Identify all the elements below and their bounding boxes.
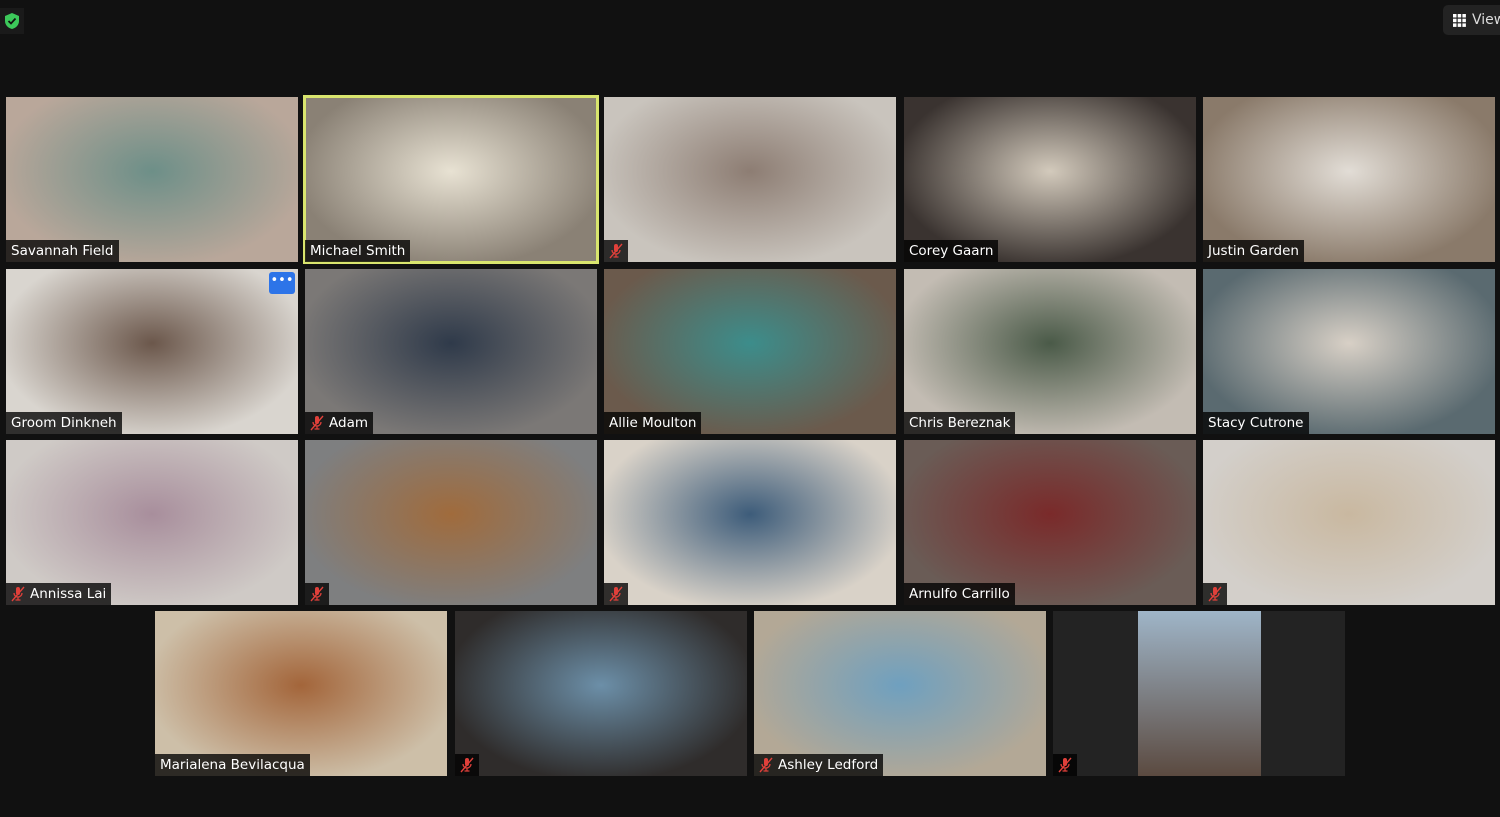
participant-video-tile[interactable]: Michael Smith	[303, 95, 599, 264]
participant-name-label	[604, 583, 628, 605]
participant-name-label	[305, 583, 329, 605]
participant-video-tile[interactable]: Arnulfo Carrillo	[904, 440, 1196, 605]
participant-name: Allie Moulton	[609, 415, 697, 431]
participant-name-label: Justin Garden	[1203, 240, 1304, 262]
participant-name: Groom Dinkneh	[11, 415, 117, 431]
participant-video-tile[interactable]: Stacy Cutrone	[1203, 269, 1495, 434]
participant-name-label: Stacy Cutrone	[1203, 412, 1309, 434]
participant-name: Ashley Ledford	[778, 757, 879, 773]
participant-video-tile[interactable]: Ashley Ledford	[754, 611, 1046, 776]
participant-name-label	[455, 754, 479, 776]
participant-name-label: Adam	[305, 412, 373, 434]
mic-muted-icon	[609, 243, 623, 259]
mic-muted-icon	[310, 415, 324, 431]
participant-name: Savannah Field	[11, 243, 114, 259]
participant-video-tile[interactable]: Allie Moulton	[604, 269, 896, 434]
participant-name: Arnulfo Carrillo	[909, 586, 1010, 602]
participant-video-tile[interactable]: Corey Gaarn	[904, 97, 1196, 262]
participant-video-tile[interactable]: Chris Bereznak	[904, 269, 1196, 434]
mic-muted-icon	[460, 757, 474, 773]
participant-name: Adam	[329, 415, 368, 431]
participant-name-label: Marialena Bevilacqua	[155, 754, 310, 776]
mic-muted-icon	[310, 586, 324, 602]
grid-icon	[1453, 13, 1466, 27]
participant-video-tile[interactable]: Adam	[305, 269, 597, 434]
participant-name-label: Corey Gaarn	[904, 240, 999, 262]
participant-name: Marialena Bevilacqua	[160, 757, 305, 773]
participant-name: Annissa Lai	[30, 586, 107, 602]
participant-name-label: Chris Bereznak	[904, 412, 1016, 434]
participant-name-label: Savannah Field	[6, 240, 119, 262]
participant-name-label: Michael Smith	[305, 240, 411, 262]
mic-muted-icon	[1058, 757, 1072, 773]
participant-video-tile[interactable]	[604, 440, 896, 605]
participant-video-tile[interactable]	[1203, 440, 1495, 605]
participant-video-tile[interactable]	[1053, 611, 1345, 776]
participant-name-label: Groom Dinkneh	[6, 412, 122, 434]
participant-name-label	[1053, 754, 1077, 776]
participant-video-tile[interactable]	[455, 611, 747, 776]
participant-video-tile[interactable]: Savannah Field	[6, 97, 298, 262]
participant-name: Michael Smith	[310, 243, 406, 259]
participant-video-tile[interactable]	[604, 97, 896, 262]
participant-name: Stacy Cutrone	[1208, 415, 1304, 431]
participant-video-tile[interactable]: Marialena Bevilacqua	[155, 611, 447, 776]
more-options-button[interactable]: •••	[269, 272, 295, 294]
participant-video-tile[interactable]: Annissa Lai	[6, 440, 298, 605]
participant-name-label: Arnulfo Carrillo	[904, 583, 1015, 605]
mic-muted-icon	[11, 586, 25, 602]
participant-name: Chris Bereznak	[909, 415, 1011, 431]
participant-video	[1138, 611, 1261, 776]
participant-video-tile[interactable]: Groom Dinkneh •••	[6, 269, 298, 434]
participant-name-label: Annissa Lai	[6, 583, 112, 605]
participant-video-tile[interactable]: Justin Garden	[1203, 97, 1495, 262]
participant-name-label: Ashley Ledford	[754, 754, 884, 776]
mic-muted-icon	[609, 586, 623, 602]
participant-video-tile[interactable]	[305, 440, 597, 605]
participant-name-label: Allie Moulton	[604, 412, 702, 434]
view-button[interactable]: View	[1443, 5, 1500, 35]
mic-muted-icon	[1208, 586, 1222, 602]
security-shield-icon[interactable]	[0, 8, 24, 34]
participant-name: Justin Garden	[1208, 243, 1299, 259]
participant-name-label	[1203, 583, 1227, 605]
mic-muted-icon	[759, 757, 773, 773]
participant-name: Corey Gaarn	[909, 243, 994, 259]
view-label: View	[1472, 12, 1500, 28]
participant-name-label	[604, 240, 628, 262]
